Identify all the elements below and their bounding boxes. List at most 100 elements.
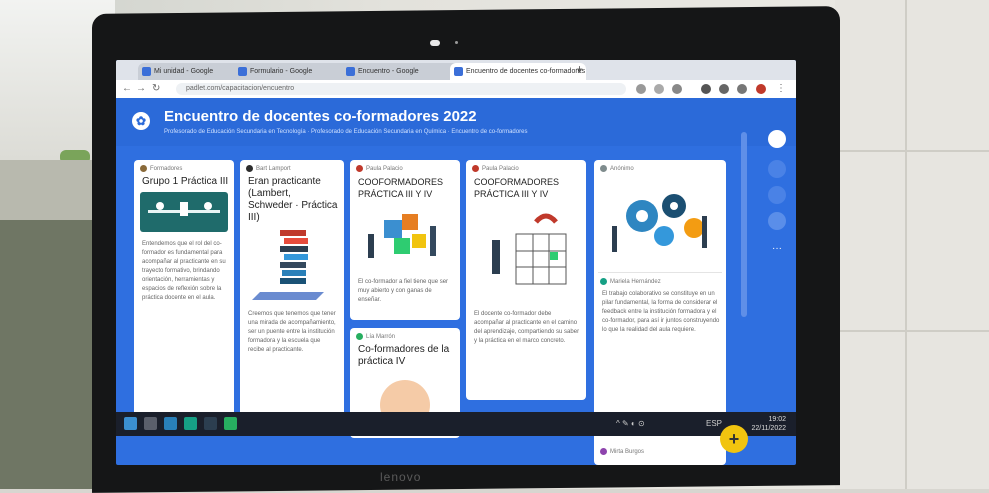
share-icon[interactable] [654, 84, 664, 94]
tiled-wall [835, 0, 989, 489]
divider [598, 272, 722, 273]
grid-people-illustration-icon [492, 213, 567, 285]
author-name: Lía Marrón [366, 334, 396, 341]
new-tab-icon[interactable]: + [576, 62, 583, 76]
browser-tab-active[interactable]: Encuentro de docentes co-formadores × [450, 63, 586, 80]
post-card[interactable]: Paula Palacio COOFORMADORES PRÁCTICA III… [466, 160, 586, 400]
author-name: Anónimo [610, 166, 634, 173]
clock[interactable]: 19:02 22/11/2022 [751, 415, 786, 433]
webcam-light [455, 41, 458, 44]
tab-favicon-icon [238, 67, 247, 76]
back-icon[interactable]: ← [122, 83, 132, 94]
post-title: COOFORMADORES PRÁCTICA III Y IV [474, 177, 560, 199]
language-indicator[interactable]: ESP [706, 419, 722, 428]
tab-label: Mi unidad - Google [154, 68, 214, 75]
store-icon[interactable] [184, 417, 197, 430]
tab-label: Formulario - Google [250, 68, 313, 75]
post-author: Paula Palacio [356, 165, 403, 172]
menu-icon[interactable]: ⋮ [776, 83, 786, 94]
windows-start-icon[interactable] [124, 417, 137, 430]
webcam [430, 40, 440, 46]
avatar [356, 333, 363, 340]
tab-label: Encuentro - Google [358, 68, 419, 75]
puzzle-people-illustration-icon [368, 214, 436, 258]
laptop-brand: lenovo [380, 470, 422, 484]
search-icon[interactable] [144, 417, 157, 430]
add-post-button[interactable]: + [720, 425, 748, 453]
post-title: COOFORMADORES PRÁCTICA III Y IV [358, 177, 444, 199]
sidebar-icon[interactable] [737, 84, 747, 94]
address-bar: ← → ↻ padlet.com/capacitacion/encuentro … [116, 80, 796, 99]
puzzle-icon[interactable] [719, 84, 729, 94]
tab-favicon-icon [346, 67, 355, 76]
post-card[interactable]: Paula Palacio COOFORMADORES PRÁCTICA III… [350, 160, 460, 320]
author-name: Mirta Burgos [610, 449, 645, 456]
post-body: Creemos que tenemos que tener una mirada… [248, 311, 336, 353]
post-image[interactable] [140, 192, 228, 232]
tray-icons[interactable]: ^ ✎ ◐ ⊙ [616, 419, 645, 428]
comment-author: Mirta Burgos [600, 448, 644, 455]
post-title: Eran practicante (Lambert, Schweder · Pr… [248, 176, 338, 223]
post-image[interactable] [476, 204, 576, 296]
padlet-title: Encuentro de docentes co-formadores 2022 [164, 108, 477, 125]
settings-icon[interactable] [768, 212, 786, 230]
post-author: Lía Marrón [356, 333, 395, 340]
heart-icon[interactable] [768, 160, 786, 178]
reload-icon[interactable]: ↻ [152, 83, 160, 94]
post-card[interactable]: Formadores Grupo 1 Práctica III Entendem… [134, 160, 234, 425]
date-text: 22/11/2022 [751, 425, 786, 432]
url-field[interactable]: padlet.com/capacitacion/encuentro [176, 83, 626, 95]
profile-avatar[interactable] [768, 130, 786, 148]
extension-icon[interactable] [701, 84, 711, 94]
comment-author: Mariela Hernández [600, 278, 661, 285]
avatar [246, 165, 253, 172]
avatar [472, 165, 479, 172]
edge-icon[interactable] [164, 417, 177, 430]
post-title: Co-formadores de la práctica IV [358, 344, 450, 367]
browser-tab[interactable]: Encuentro - Google× [342, 63, 462, 80]
author-name: Paula Palacio [366, 166, 403, 173]
star-icon[interactable] [672, 84, 682, 94]
time-text: 19:02 [768, 416, 786, 423]
post-image[interactable] [250, 222, 334, 302]
post-author: Bart Lamport [246, 165, 291, 172]
author-name: Paula Palacio [482, 166, 519, 173]
browser-tabbar: Mi unidad - Google× Formulario - Google×… [116, 60, 796, 80]
avatar [356, 165, 363, 172]
tab-favicon-icon [142, 67, 151, 76]
avatar [600, 448, 607, 455]
post-image[interactable] [364, 204, 446, 270]
post-image[interactable] [602, 176, 718, 266]
tab-label: Encuentro de docentes co-formadores [466, 68, 586, 75]
post-author: Formadores [140, 165, 182, 172]
author-name: Formadores [150, 166, 183, 173]
forward-icon[interactable]: → [136, 83, 146, 94]
post-card[interactable]: Bart Lamport Eran practicante (Lambert, … [240, 160, 344, 425]
avatar [600, 278, 607, 285]
author-name: Mariela Hernández [610, 279, 661, 286]
post-title: Grupo 1 Práctica III [142, 176, 229, 187]
gears-team-illustration-icon [612, 194, 707, 252]
bridge-illustration-icon [148, 202, 220, 216]
laptop-screen: Mi unidad - Google× Formulario - Google×… [116, 60, 796, 465]
padlet-subtitle: Profesorado de Educación Secundaria en T… [164, 129, 528, 135]
comment-body: El trabajo colaborativo se constituye en… [602, 291, 720, 333]
extension-icon[interactable] [636, 84, 646, 94]
windows-taskbar: ^ ✎ ◐ ⊙ ESP 19:02 22/11/2022 [116, 412, 796, 436]
post-body: Entendemos que el rol del co-formador es… [142, 241, 226, 301]
avatar [600, 165, 607, 172]
browser-tab[interactable]: Formulario - Google× [234, 63, 354, 80]
tab-favicon-icon [454, 67, 463, 76]
explorer-icon[interactable] [204, 417, 217, 430]
profile-avatar[interactable] [756, 84, 766, 94]
share-icon[interactable] [768, 186, 786, 204]
scrollbar[interactable] [741, 132, 747, 317]
avatar [140, 165, 147, 172]
padlet-logo-icon: ✿ [132, 112, 150, 130]
more-icon[interactable]: ··· [768, 240, 786, 258]
stacked-books-illustration-icon [252, 230, 324, 300]
post-body: El co-formador a fiel tiene que ser muy … [358, 279, 449, 303]
chrome-icon[interactable] [224, 417, 237, 430]
post-body: El docente co-formador debe acompañar al… [474, 311, 580, 344]
browser-tab[interactable]: Mi unidad - Google× [138, 63, 246, 80]
